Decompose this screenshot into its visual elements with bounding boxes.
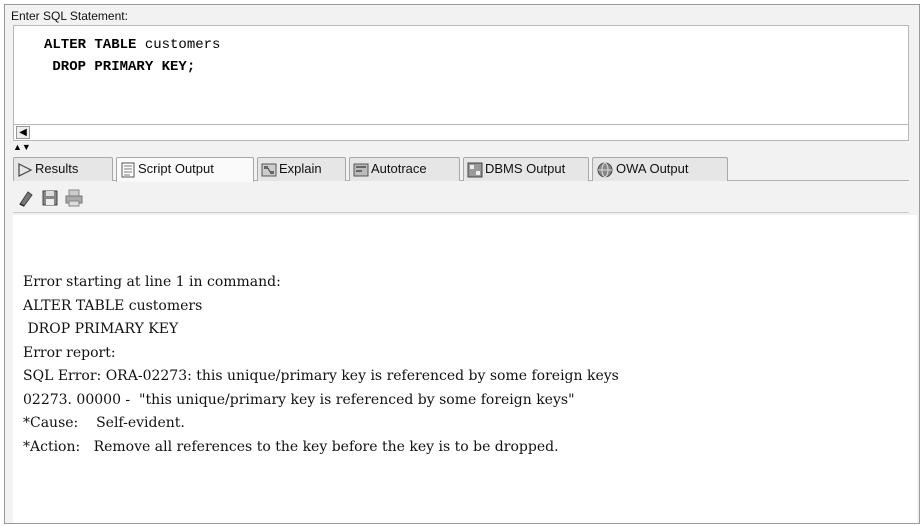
tab-owa-output[interactable]: OWA Output <box>592 157 728 181</box>
output-line: Error starting at line 1 in command: <box>23 274 281 290</box>
script-output-text: Error starting at line 1 in command: ALTE… <box>23 271 619 459</box>
tab-explain[interactable]: Explain <box>257 157 346 181</box>
tab-autotrace-label: Autotrace <box>371 161 427 176</box>
sql-line-1-rest: customers <box>136 37 221 53</box>
tab-autotrace[interactable]: Autotrace <box>349 157 460 181</box>
tab-owa-output-label: OWA Output <box>616 161 689 176</box>
sql-editor-text[interactable]: ALTER TABLE customers DROP PRIMARY KEY; <box>44 34 220 78</box>
output-toolbar <box>13 183 909 213</box>
output-tab-bar: Results Script Output Explain Autotrace … <box>13 153 909 182</box>
sql-line-1-keyword: ALTER TABLE <box>44 37 137 53</box>
explain-plan-icon <box>261 163 277 177</box>
scrollbar-track[interactable] <box>32 126 906 139</box>
output-line: ALTER TABLE customers <box>23 297 203 314</box>
splitter-arrows-icon[interactable]: ▲▼ <box>13 142 43 152</box>
tab-dbms-output-label: DBMS Output <box>485 161 566 176</box>
scroll-left-arrow-icon[interactable]: ◀ <box>16 126 30 139</box>
output-line: SQL Error: ORA-02273: this unique/primar… <box>23 368 619 384</box>
output-line: 02273. 00000 - "this unique/primary key … <box>23 391 575 408</box>
autotrace-icon <box>353 163 369 177</box>
output-line: *Cause: Self-evident. <box>23 415 185 431</box>
tab-results[interactable]: Results <box>13 157 113 181</box>
document-icon <box>121 162 135 178</box>
sql-worksheet: Enter SQL Statement: ALTER TABLE custome… <box>4 4 920 524</box>
dbms-output-icon <box>467 162 483 178</box>
eraser-icon[interactable] <box>17 189 35 207</box>
tab-results-label: Results <box>35 161 79 176</box>
tab-script-output-label: Script Output <box>138 161 214 176</box>
output-line: *Action: Remove all references to the ke… <box>23 438 559 455</box>
tab-dbms-output[interactable]: DBMS Output <box>463 157 589 181</box>
output-line: Error report: <box>23 344 116 361</box>
output-line: DROP PRIMARY KEY <box>23 321 179 337</box>
print-icon[interactable] <box>65 189 83 207</box>
sql-line-2-keyword: DROP PRIMARY KEY; <box>44 59 196 75</box>
tab-explain-label: Explain <box>279 161 322 176</box>
globe-icon <box>597 162 613 178</box>
save-icon[interactable] <box>41 189 59 207</box>
sql-editor[interactable]: ALTER TABLE customers DROP PRIMARY KEY; <box>13 25 909 125</box>
editor-label: Enter SQL Statement: <box>5 5 919 27</box>
tab-script-output[interactable]: Script Output <box>116 157 254 182</box>
play-arrow-icon <box>18 162 33 177</box>
editor-horizontal-scrollbar[interactable]: ◀ <box>13 125 909 141</box>
script-output-panel[interactable]: Error starting at line 1 in command: ALTE… <box>13 215 917 523</box>
